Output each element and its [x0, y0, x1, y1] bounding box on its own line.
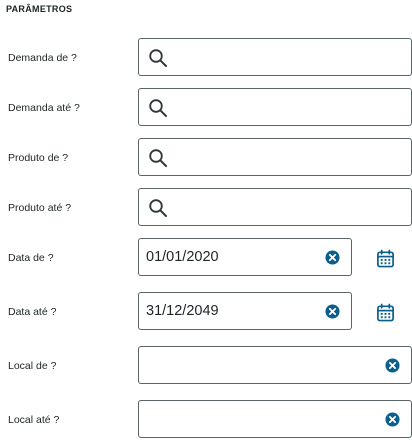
param-label: Data até ? [8, 306, 57, 318]
calendar-icon[interactable] [376, 249, 395, 268]
param-row-produto-ate: Produto até ? [0, 188, 412, 228]
demanda-de-lookup-input[interactable] [138, 38, 412, 76]
clear-icon[interactable] [385, 358, 400, 373]
demanda-ate-lookup-input[interactable] [138, 88, 412, 126]
param-label: Produto até ? [8, 202, 72, 214]
clear-icon[interactable] [325, 250, 340, 265]
param-label: Demanda de ? [8, 52, 77, 64]
field-value: 31/12/2049 [146, 303, 219, 319]
local-de-input[interactable] [138, 346, 412, 384]
param-row-demanda-de: Demanda de ? [0, 38, 412, 78]
clear-icon[interactable] [325, 304, 340, 319]
param-row-data-de: Data de ? 01/01/2020 [0, 238, 412, 278]
search-icon[interactable] [148, 98, 168, 118]
param-row-data-ate: Data até ? 31/12/2049 [0, 292, 412, 332]
param-row-produto-de: Produto de ? [0, 138, 412, 178]
produto-ate-lookup-input[interactable] [138, 188, 412, 226]
clear-icon[interactable] [385, 412, 400, 427]
produto-de-lookup-input[interactable] [138, 138, 412, 176]
calendar-icon[interactable] [376, 303, 395, 322]
param-label: Demanda até ? [8, 102, 80, 114]
param-label: Data de ? [8, 252, 54, 264]
param-row-local-de: Local de ? [0, 346, 412, 386]
search-icon[interactable] [148, 198, 168, 218]
param-label: Local de ? [8, 360, 57, 372]
local-ate-input[interactable] [138, 400, 412, 438]
param-label: Local até ? [8, 414, 60, 426]
field-value: 01/01/2020 [146, 249, 219, 265]
param-label: Produto de ? [8, 152, 69, 164]
data-de-date-input[interactable]: 01/01/2020 [138, 238, 352, 276]
section-title: PARÂMETROS [6, 4, 73, 14]
param-row-demanda-ate: Demanda até ? [0, 88, 412, 128]
param-row-local-ate: Local até ? [0, 400, 412, 440]
search-icon[interactable] [148, 148, 168, 168]
search-icon[interactable] [148, 48, 168, 68]
data-ate-date-input[interactable]: 31/12/2049 [138, 292, 352, 330]
